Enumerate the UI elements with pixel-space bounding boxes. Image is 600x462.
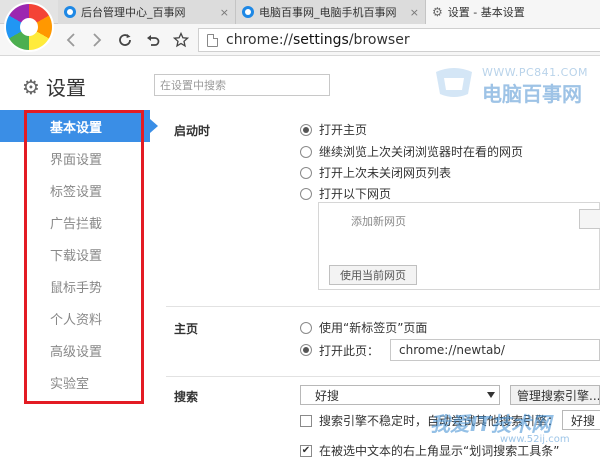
address-url: chrome://settings/browser <box>226 32 410 48</box>
reload-icon <box>119 34 131 46</box>
page-title: ⚙ 设置 <box>22 72 86 101</box>
startup-option-pages[interactable]: 打开以下网页 <box>300 185 391 202</box>
fallback-checkbox[interactable] <box>300 414 312 427</box>
monitor-icon <box>436 68 472 97</box>
bookmark-button[interactable] <box>170 29 192 51</box>
watermark-bottom-name: 我爱IT技术网 <box>430 412 552 436</box>
page-icon <box>207 33 218 47</box>
back-button[interactable] <box>60 29 82 51</box>
gear-icon: ⚙ <box>22 74 40 99</box>
undo-icon <box>147 35 160 46</box>
browser-logo-icon[interactable] <box>6 4 52 50</box>
search-label: 搜索 <box>174 390 199 404</box>
watermark-bottom-url: www.52ij.com <box>500 434 570 445</box>
divider <box>166 376 600 377</box>
close-icon[interactable]: × <box>220 6 229 19</box>
toolbar-checkbox[interactable]: ✔ <box>300 444 312 457</box>
settings-search-input[interactable] <box>154 74 330 96</box>
gear-icon: ⚙ <box>432 5 443 19</box>
fallback-engine-value: 好搜 <box>571 413 596 428</box>
add-page-input[interactable]: 添加新网页 <box>351 213 406 229</box>
tab-title: 电脑百事网_电脑手机百事网 <box>259 6 397 19</box>
tab-admin[interactable]: 后台管理中心_百事网 × <box>58 0 236 24</box>
ie-favicon-icon <box>64 6 76 18</box>
radio-button[interactable] <box>300 321 312 334</box>
radio-button[interactable] <box>300 166 312 179</box>
homepage-url-input[interactable]: chrome://newtab/ <box>390 339 600 361</box>
sidebar-item-profile[interactable]: 个人资料 <box>0 302 150 334</box>
url-path: /browser <box>348 32 410 48</box>
homepage-label: 主页 <box>174 322 199 336</box>
url-scheme: chrome:// <box>226 32 293 48</box>
chevron-down-icon <box>487 392 495 398</box>
radio-label: 打开上次未关闭网页列表 <box>319 166 452 180</box>
radio-label: 继续浏览上次关闭浏览器时在看的网页 <box>319 145 524 159</box>
fallback-engine-select[interactable]: 好搜 <box>562 410 600 430</box>
radio-label: 打开主页 <box>319 123 368 137</box>
url-host: settings <box>293 32 349 48</box>
tab-pc841[interactable]: 电脑百事网_电脑手机百事网 × <box>236 0 426 24</box>
sidebar: 基本设置 界面设置 标签设置 广告拦截 下载设置 鼠标手势 个人资料 高级设置 … <box>0 110 158 398</box>
sidebar-item-adblock[interactable]: 广告拦截 <box>0 206 150 238</box>
sidebar-item-basic[interactable]: 基本设置 <box>0 110 158 142</box>
startup-option-continue[interactable]: 继续浏览上次关闭浏览器时在看的网页 <box>300 143 523 160</box>
startup-pages-panel: 添加新网页 使用当前网页 <box>318 202 600 290</box>
startup-option-restore-list[interactable]: 打开上次未关闭网页列表 <box>300 164 451 181</box>
add-page-button[interactable] <box>579 209 600 229</box>
radio-label: 打开此页： <box>319 343 380 358</box>
watermark-logo: WWW.PC841.COM 电脑百事网 <box>420 64 600 108</box>
star-icon <box>173 32 189 48</box>
radio-label: 使用“新标签页”页面 <box>319 321 428 335</box>
radio-button[interactable] <box>300 187 312 200</box>
divider <box>166 306 600 307</box>
use-current-pages-button[interactable]: 使用当前网页 <box>329 265 417 285</box>
radio-label: 打开以下网页 <box>319 187 392 201</box>
startup-label: 启动时 <box>174 124 211 138</box>
sidebar-item-download[interactable]: 下载设置 <box>0 238 150 270</box>
watermark-name: 电脑百事网 <box>482 82 582 106</box>
search-engine-value: 好搜 <box>315 388 340 403</box>
tab-settings[interactable]: ⚙ 设置 - 基本设置 <box>426 0 600 24</box>
radio-button[interactable] <box>300 344 312 356</box>
close-icon[interactable]: × <box>410 6 419 19</box>
search-engine-select[interactable]: 好搜 <box>300 385 500 405</box>
sidebar-item-lab[interactable]: 实验室 <box>0 366 150 398</box>
sidebar-item-mouse-gesture[interactable]: 鼠标手势 <box>0 270 150 302</box>
ie-favicon-icon <box>242 6 254 18</box>
homepage-option-open-page[interactable]: 打开此页： chrome://newtab/ <box>300 339 600 361</box>
reload-button[interactable] <box>114 29 136 51</box>
homepage-option-newtab[interactable]: 使用“新标签页”页面 <box>300 319 427 336</box>
chevron-left-icon <box>66 33 75 47</box>
tab-strip: 后台管理中心_百事网 × 电脑百事网_电脑手机百事网 × ⚙ 设置 - 基本设置 <box>0 0 600 24</box>
sidebar-item-advanced[interactable]: 高级设置 <box>0 334 150 366</box>
forward-button[interactable] <box>86 29 108 51</box>
tab-title: 后台管理中心_百事网 <box>81 6 186 19</box>
startup-option-home[interactable]: 打开主页 <box>300 121 367 138</box>
tab-title: 设置 - 基本设置 <box>447 6 525 19</box>
manage-search-engines-button[interactable]: 管理搜索引擎... <box>510 385 600 405</box>
radio-button[interactable] <box>300 145 312 158</box>
toolbar: chrome://settings/browser <box>0 24 600 56</box>
chevron-right-icon <box>93 33 102 47</box>
page-title-text: 设置 <box>45 76 86 100</box>
undo-close-button[interactable] <box>142 29 164 51</box>
sidebar-item-interface[interactable]: 界面设置 <box>0 142 150 174</box>
radio-button[interactable] <box>300 123 312 136</box>
sidebar-item-tabs[interactable]: 标签设置 <box>0 174 150 206</box>
address-bar[interactable]: chrome://settings/browser <box>198 28 600 52</box>
